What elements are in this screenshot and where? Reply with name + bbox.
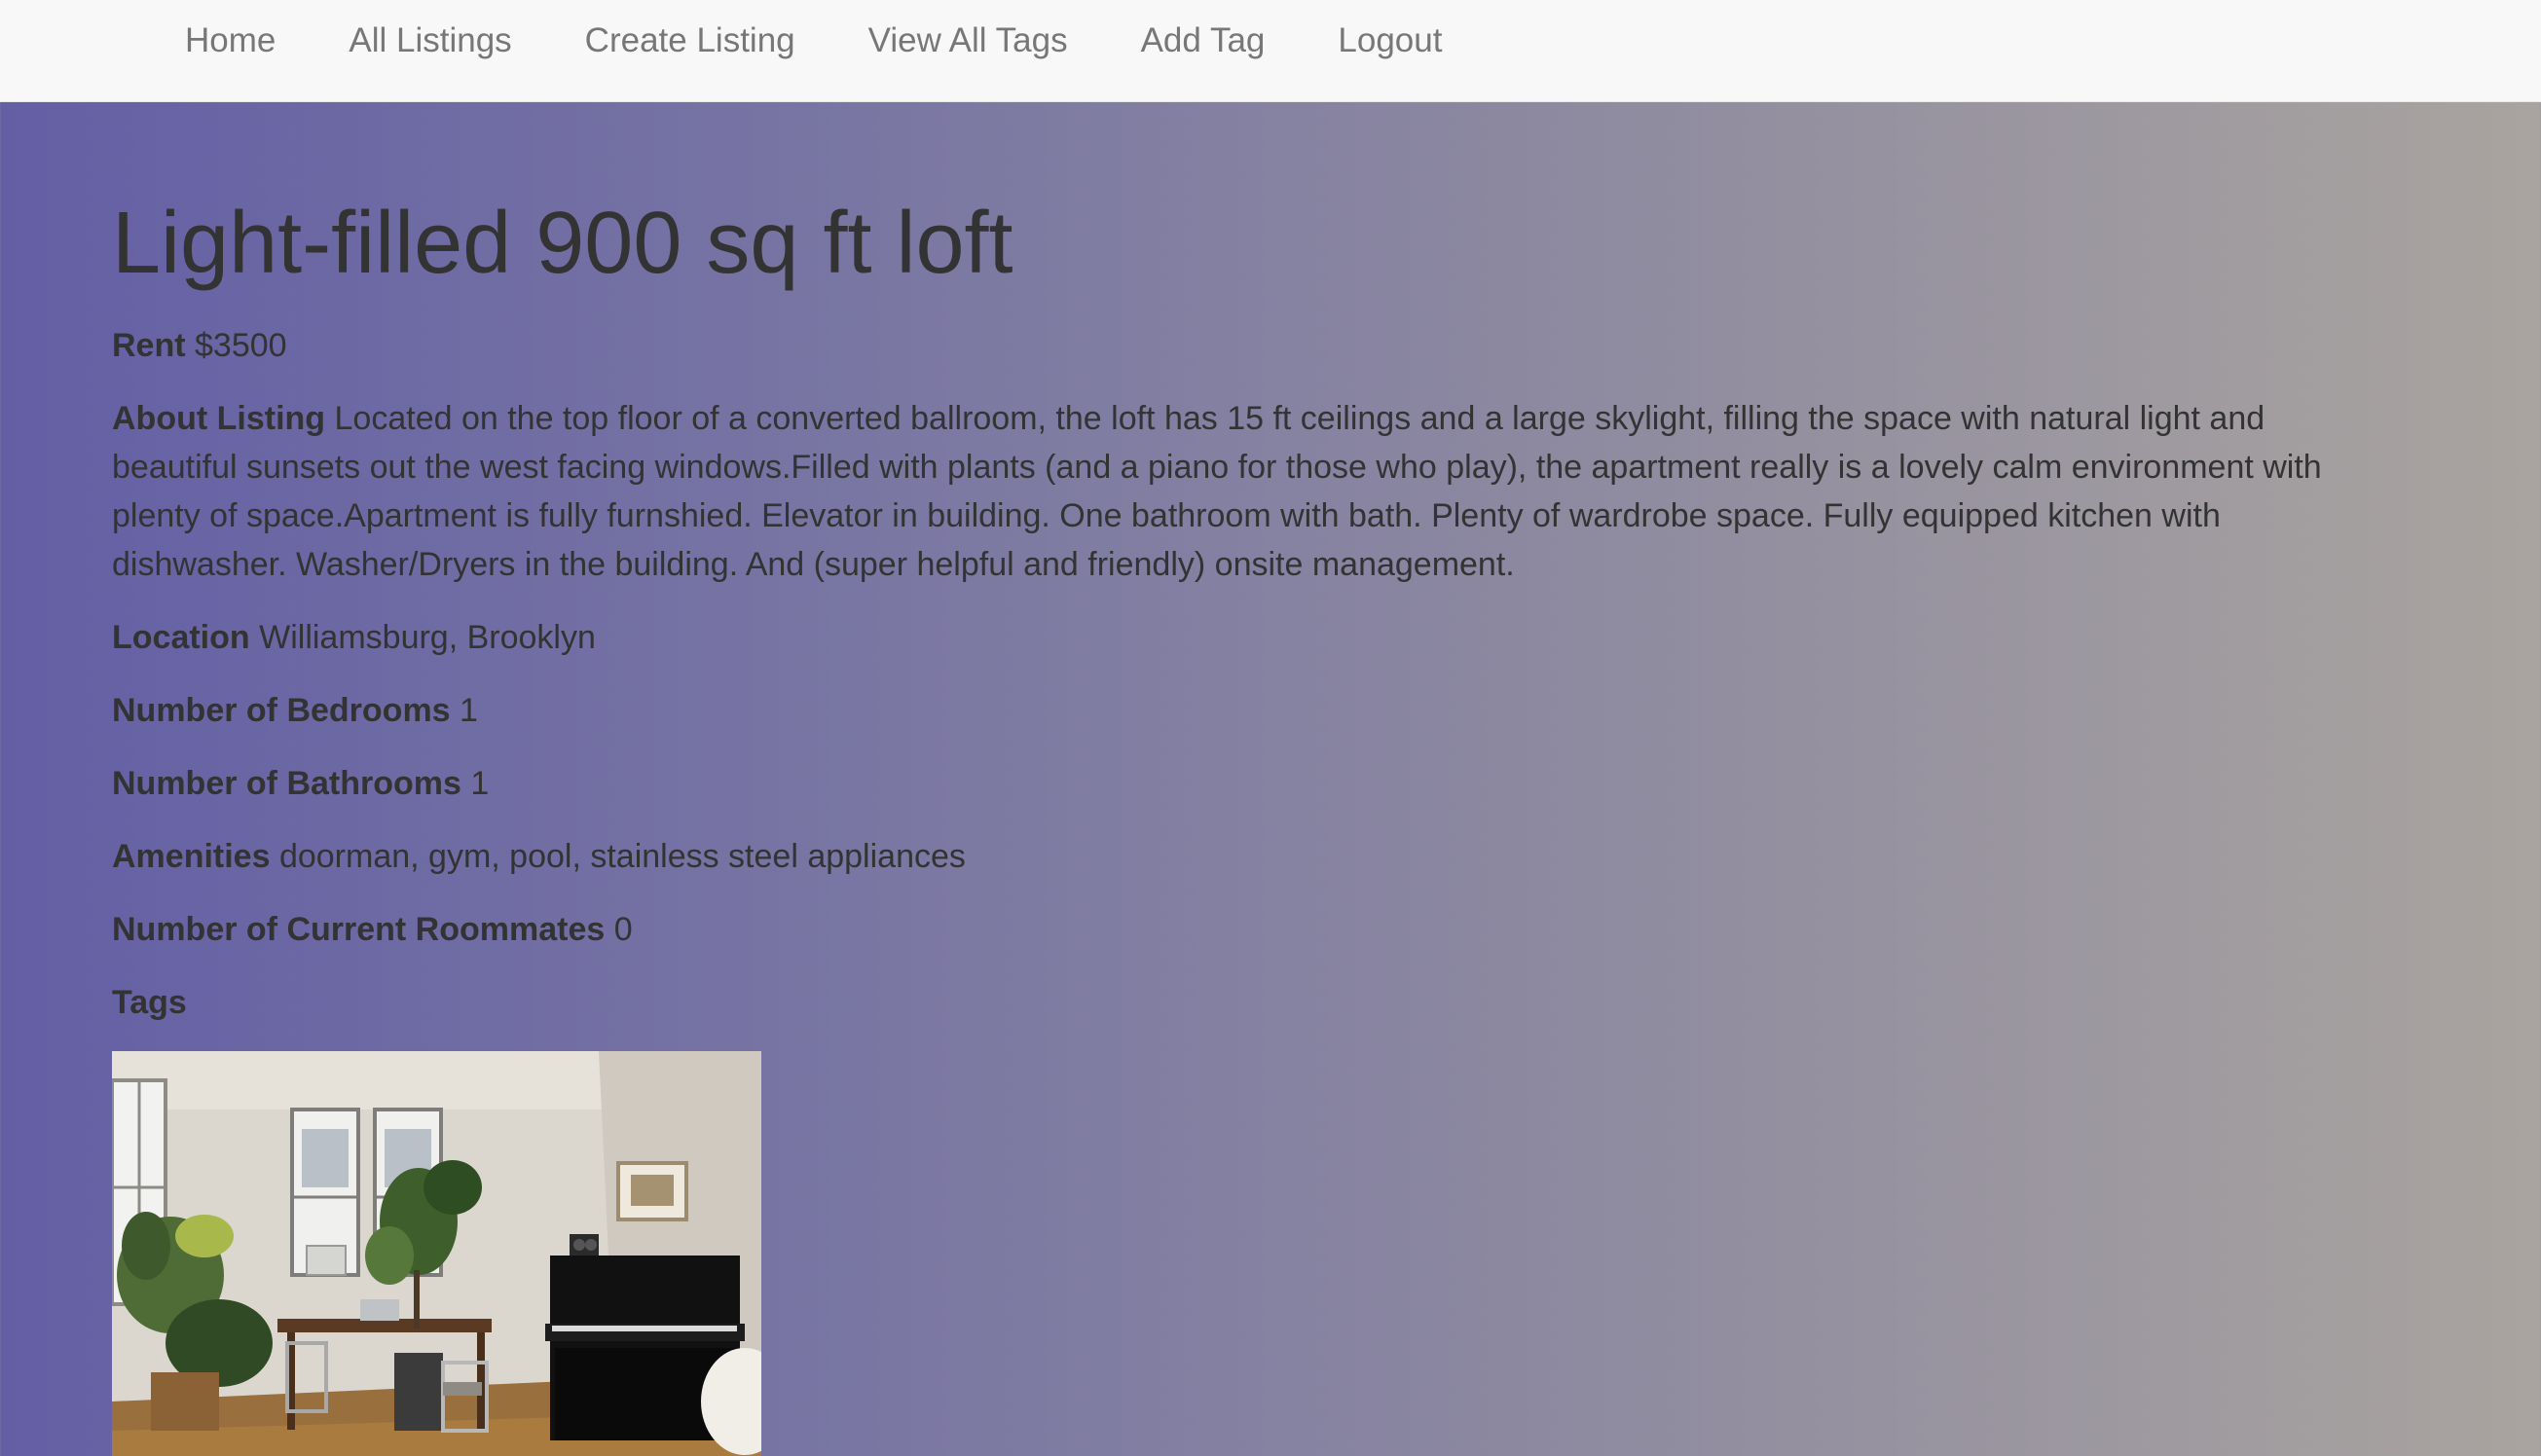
rent-row: Rent $3500 xyxy=(112,321,2390,370)
nav-view-all-tags-link[interactable]: View All Tags xyxy=(868,21,1068,60)
bathrooms-row: Number of Bathrooms 1 xyxy=(112,759,2390,808)
top-navbar: Home All Listings Create Listing View Al… xyxy=(0,0,2541,102)
location-value: Williamsburg, Brooklyn xyxy=(259,619,596,656)
bedrooms-label: Number of Bedrooms xyxy=(112,692,451,729)
about-row: About Listing Located on the top floor o… xyxy=(112,394,2390,589)
amenities-value: doorman, gym, pool, stainless steel appl… xyxy=(278,838,966,875)
tags-row: Tags xyxy=(112,978,2390,1027)
nav-add-tag-link[interactable]: Add Tag xyxy=(1141,21,1266,60)
location-row: Location Williamsburg, Brooklyn xyxy=(112,613,2390,662)
location-label: Location xyxy=(112,619,250,656)
nav-create-listing-link[interactable]: Create Listing xyxy=(585,21,795,60)
roommates-label: Number of Current Roommates xyxy=(112,911,606,948)
listing-photo-illustration xyxy=(112,1051,761,1456)
nav-home-link[interactable]: Home xyxy=(185,21,276,60)
listing-title: Light-filled 900 sq ft loft xyxy=(112,195,1013,292)
roommates-row: Number of Current Roommates 0 xyxy=(112,905,2390,954)
rent-label: Rent xyxy=(112,327,186,364)
nav-all-listings-link[interactable]: All Listings xyxy=(349,21,511,60)
roommates-value: 0 xyxy=(613,911,633,948)
bedrooms-value: 1 xyxy=(460,692,478,729)
bathrooms-value: 1 xyxy=(470,765,490,802)
listing-photo xyxy=(112,1051,761,1456)
amenities-row: Amenities doorman, gym, pool, stainless … xyxy=(112,832,2390,881)
nav-list: Home All Listings Create Listing View Al… xyxy=(185,0,1515,82)
about-value: Located on the top floor of a converted … xyxy=(112,400,2322,583)
tags-label: Tags xyxy=(112,984,187,1021)
nav-logout-link[interactable]: Logout xyxy=(1338,21,1442,60)
rent-value: $3500 xyxy=(195,327,287,364)
bathrooms-label: Number of Bathrooms xyxy=(112,765,461,802)
amenities-label: Amenities xyxy=(112,838,271,875)
listing-detail: Light-filled 900 sq ft loft Rent $3500 A… xyxy=(112,185,2390,1456)
about-label: About Listing xyxy=(112,400,326,437)
bedrooms-row: Number of Bedrooms 1 xyxy=(112,686,2390,735)
